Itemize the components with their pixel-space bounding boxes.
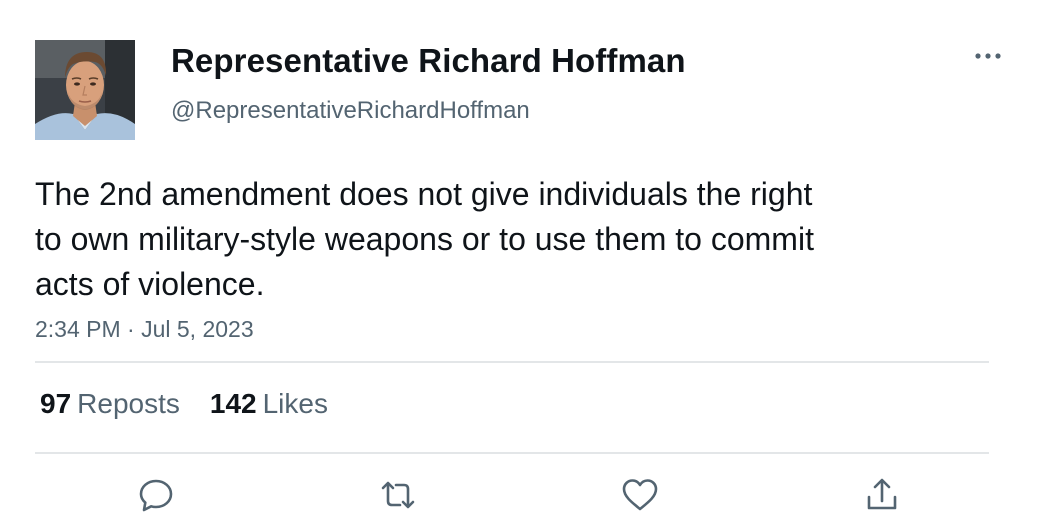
reply-icon bbox=[139, 479, 173, 512]
avatar[interactable] bbox=[35, 40, 135, 140]
share-icon bbox=[867, 478, 897, 510]
tweet-text-line: to own military-style weapons or to use … bbox=[35, 221, 814, 257]
tweet-text: The 2nd amendment does not give individu… bbox=[35, 172, 935, 307]
reposts-stat[interactable]: 97 Reposts bbox=[40, 388, 180, 420]
likes-label: Likes bbox=[262, 388, 328, 419]
likes-count: 142 bbox=[209, 388, 257, 419]
heart-icon bbox=[622, 479, 658, 511]
likes-stat[interactable]: 142 Likes bbox=[210, 388, 328, 420]
more-horizontal-icon bbox=[975, 53, 1001, 59]
divider bbox=[35, 361, 989, 363]
author-display-name[interactable]: Representative Richard Hoffman bbox=[171, 42, 686, 80]
repost-icon bbox=[381, 481, 415, 509]
like-button[interactable] bbox=[620, 475, 660, 515]
reposts-count: 97 bbox=[40, 388, 72, 419]
avatar-photo bbox=[35, 40, 135, 140]
tweet-text-line: The 2nd amendment does not give individu… bbox=[35, 176, 813, 212]
reply-button[interactable] bbox=[136, 475, 176, 515]
author-handle[interactable]: @RepresentativeRichardHoffman bbox=[171, 97, 530, 125]
tweet-timestamp[interactable]: 2:34 PM · Jul 5, 2023 bbox=[35, 316, 254, 343]
divider bbox=[35, 452, 989, 454]
share-button[interactable] bbox=[862, 475, 902, 515]
tweet-text-line: acts of violence. bbox=[35, 266, 265, 302]
repost-button[interactable] bbox=[378, 475, 418, 515]
engagement-stats: 97 Reposts 142 Likes bbox=[40, 388, 328, 420]
reposts-label: Reposts bbox=[77, 388, 180, 419]
more-options-button[interactable] bbox=[968, 40, 1008, 70]
